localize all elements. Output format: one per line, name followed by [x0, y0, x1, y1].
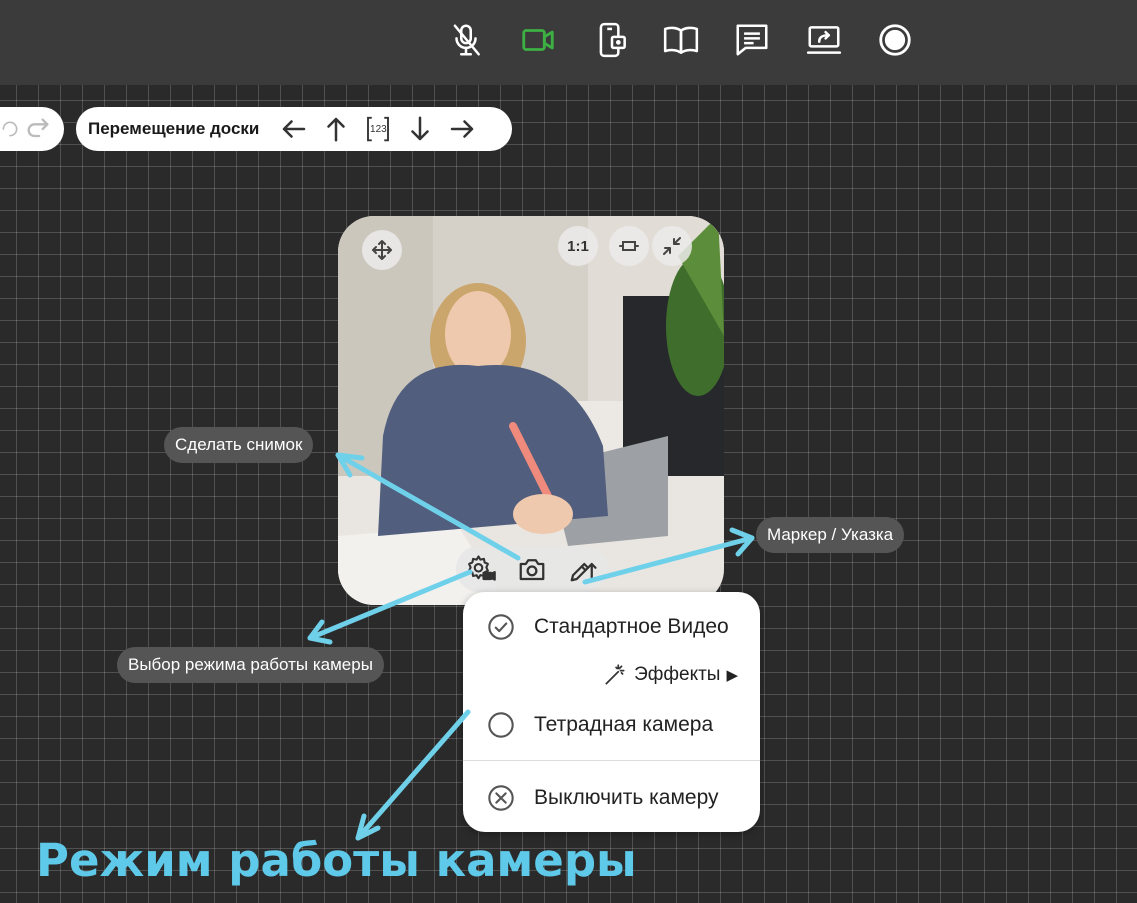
- undo-icon[interactable]: [0, 109, 20, 149]
- redo-icon[interactable]: [20, 109, 56, 149]
- effects-submenu[interactable]: Эффекты ▶: [602, 660, 738, 690]
- menu-item-turn-off-camera[interactable]: Выключить камеру: [463, 775, 760, 821]
- top-toolbar: [0, 0, 1137, 85]
- arrow-left-icon[interactable]: [273, 109, 315, 149]
- page-number-icon[interactable]: 123: [357, 109, 399, 149]
- arrow-down-icon[interactable]: [399, 109, 441, 149]
- check-circle-icon: [486, 612, 516, 642]
- aspect-ratio-label: 1:1: [567, 237, 589, 255]
- page-number-label: 123: [370, 123, 387, 135]
- menu-item-label: Стандартное Видео: [534, 615, 729, 638]
- callout-snapshot: Сделать снимок: [164, 427, 314, 463]
- aspect-ratio-button[interactable]: 1:1: [558, 226, 598, 266]
- camera-mode-settings-icon[interactable]: [461, 549, 501, 589]
- camera-mode-menu: Стандартное Видео Эффекты ▶ Тетрадная ка…: [463, 592, 760, 832]
- callout-camera-mode: Выбор режима работы камеры: [117, 647, 384, 683]
- arrow-up-icon[interactable]: [315, 109, 357, 149]
- effects-label: Эффекты: [634, 664, 721, 685]
- close-circle-icon: [486, 783, 516, 813]
- menu-item-notebook-camera[interactable]: Тетрадная камера: [463, 702, 760, 748]
- minimize-icon[interactable]: [652, 226, 692, 266]
- phone-camera-icon[interactable]: [592, 20, 632, 60]
- menu-item-standard-video[interactable]: Стандартное Видео: [463, 604, 760, 650]
- camera-controls: [456, 546, 608, 592]
- menu-divider: [463, 760, 760, 761]
- board-navigation: Перемещение доски 123: [76, 107, 512, 151]
- crop-icon[interactable]: [609, 226, 649, 266]
- undo-redo-pill: [0, 107, 64, 151]
- camera-video-tile[interactable]: 1:1: [338, 216, 724, 605]
- marker-pointer-icon[interactable]: [563, 549, 603, 589]
- snapshot-camera-icon[interactable]: [512, 549, 552, 589]
- arrow-right-icon[interactable]: [441, 109, 483, 149]
- callout-marker: Маркер / Указка: [756, 517, 905, 553]
- caption-camera-mode: Режим работы камеры: [36, 834, 637, 887]
- mic-off-icon[interactable]: [446, 20, 486, 60]
- screen-share-icon[interactable]: [804, 20, 844, 60]
- record-icon[interactable]: [875, 20, 915, 60]
- menu-item-label: Тетрадная камера: [534, 713, 714, 736]
- chat-icon[interactable]: [732, 20, 772, 60]
- board-navigation-title: Перемещение доски: [88, 119, 260, 138]
- move-icon[interactable]: [362, 230, 402, 270]
- camera-icon[interactable]: [518, 20, 558, 60]
- book-icon[interactable]: [661, 20, 701, 60]
- menu-item-label: Выключить камеру: [534, 786, 719, 809]
- radio-circle-icon: [486, 710, 516, 740]
- magic-wand-icon: [605, 664, 625, 685]
- triangle-right-icon: ▶: [726, 667, 738, 684]
